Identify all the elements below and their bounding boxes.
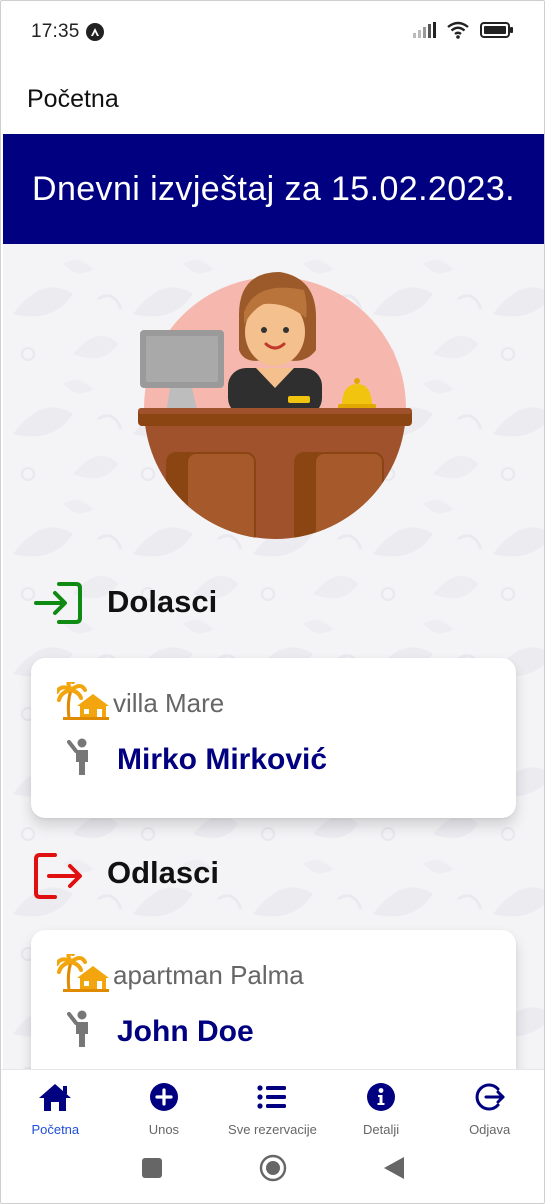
property-row: villa Mare (55, 679, 225, 725)
departure-card[interactable]: apartman Palma John Doe (31, 930, 516, 1069)
recents-button[interactable] (141, 1157, 163, 1184)
nav-details[interactable]: Detalji (327, 1070, 436, 1145)
nav-all-reservations[interactable]: Sve rezervacije (218, 1070, 327, 1145)
signal-icon (412, 21, 436, 43)
app-notification-icon (85, 23, 104, 41)
nav-home[interactable]: Početna (1, 1070, 110, 1145)
nav-add-label: Unos (148, 1122, 180, 1137)
property-name: apartman Palma (113, 960, 304, 990)
daily-report-banner: Dnevni izvještaj za 15.02.2023. (3, 134, 544, 244)
daily-report-title: Dnevni izvještaj za 15.02.2023. (31, 169, 516, 208)
info-icon (366, 1082, 396, 1112)
departure-icon (33, 852, 85, 905)
logout-icon (474, 1082, 506, 1112)
receptionist-illustration (138, 272, 412, 539)
nav-all-reservations-label: Sve rezervacije (228, 1122, 317, 1137)
guest-row: Mirko Mirković (57, 738, 327, 781)
app-screen: 17:35 Početna Dnevni izvještaj za 15.02.… (0, 0, 545, 1204)
battery-icon (480, 21, 514, 44)
departures-section: Odlasci (3, 848, 544, 899)
arrival-icon (33, 581, 83, 630)
nav-logout-label: Odjava (469, 1122, 511, 1137)
plus-circle-icon (149, 1082, 179, 1112)
status-time: 17:35 (31, 21, 80, 42)
wifi-icon (446, 21, 470, 44)
home-icon (38, 1082, 72, 1112)
guest-row: John Doe (57, 1010, 254, 1053)
villa-icon (55, 951, 111, 997)
property-name: villa Mare (113, 688, 225, 718)
main-content[interactable]: Dnevni izvještaj za 15.02.2023. Dolasci … (3, 134, 544, 1069)
page-title: Početna (27, 84, 119, 113)
home-button[interactable] (259, 1154, 287, 1187)
nav-logout[interactable]: Odjava (435, 1070, 544, 1145)
status-bar: 17:35 (1, 1, 544, 63)
bottom-navigation: Početna Unos Sve rezervacije Detalji Odj… (1, 1069, 544, 1145)
arrivals-section: Dolasci (3, 577, 544, 627)
guest-name: John Doe (117, 1014, 254, 1048)
property-row: apartman Palma (55, 951, 304, 997)
app-bar: Početna (1, 63, 544, 135)
departures-title: Odlasci (107, 855, 219, 890)
person-icon (65, 738, 95, 781)
list-icon (257, 1082, 287, 1112)
guest-name: Mirko Mirković (117, 742, 328, 776)
villa-icon (55, 679, 111, 725)
system-navigation-bar (1, 1145, 544, 1203)
nav-details-label: Detalji (363, 1122, 400, 1137)
back-button[interactable] (383, 1156, 405, 1185)
arrivals-title: Dolasci (107, 584, 218, 619)
nav-add[interactable]: Unos (110, 1070, 219, 1145)
arrival-card[interactable]: villa Mare Mirko Mirković (31, 658, 516, 818)
nav-home-label: Početna (31, 1122, 80, 1137)
person-icon (65, 1010, 95, 1053)
